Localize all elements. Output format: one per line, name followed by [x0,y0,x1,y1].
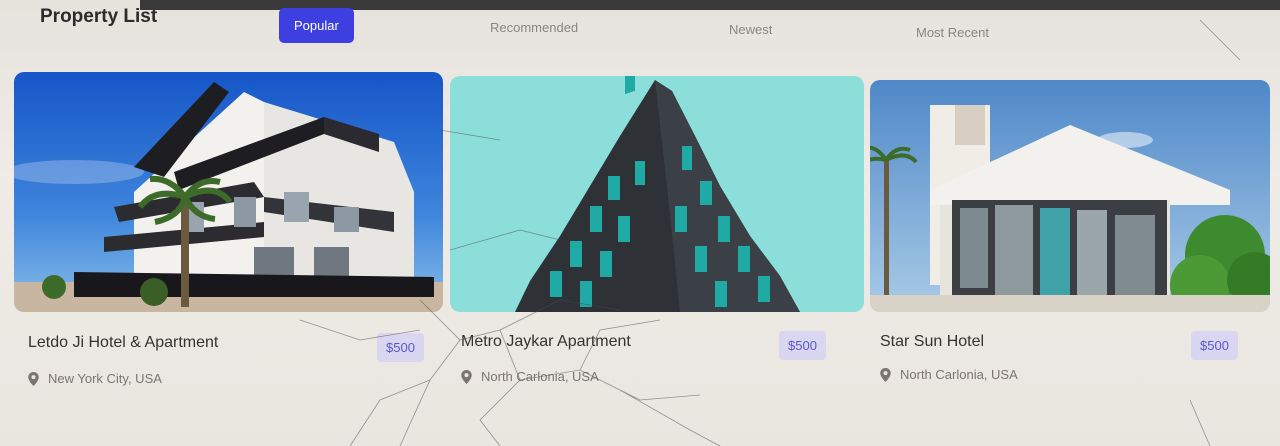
location-text: North Carlonia, USA [481,369,599,384]
price-badge: $500 [1191,331,1238,360]
property-photo[interactable] [450,76,864,312]
property-card[interactable] [870,80,1270,312]
header: Property List Popular Recommended Newest… [0,0,1280,70]
property-card[interactable] [14,72,443,312]
property-photo[interactable] [14,72,443,312]
map-pin-icon [880,367,891,382]
property-name[interactable]: Metro Jaykar Apartment [461,333,631,351]
map-pin-icon [461,369,472,384]
property-photo[interactable] [870,80,1270,312]
tab-recommended[interactable]: Recommended [490,20,578,35]
location-text: New York City, USA [48,371,162,386]
tab-newest[interactable]: Newest [729,22,772,37]
property-card[interactable] [450,76,864,312]
property-location: New York City, USA [28,371,162,386]
tab-popular[interactable]: Popular [279,8,354,43]
page-title: Property List [40,6,158,27]
property-list-page: Property List Popular Recommended Newest… [0,0,1280,446]
property-name[interactable]: Letdo Ji Hotel & Apartment [28,334,218,352]
property-location: North Carlonia, USA [461,369,599,384]
location-text: North Carlonia, USA [900,367,1018,382]
map-pin-icon [28,371,39,386]
tab-most-recent[interactable]: Most Recent [916,25,989,40]
price-badge: $500 [779,331,826,360]
property-location: North Carlonia, USA [880,367,1018,382]
price-badge: $500 [377,333,424,362]
property-name[interactable]: Star Sun Hotel [880,333,984,351]
